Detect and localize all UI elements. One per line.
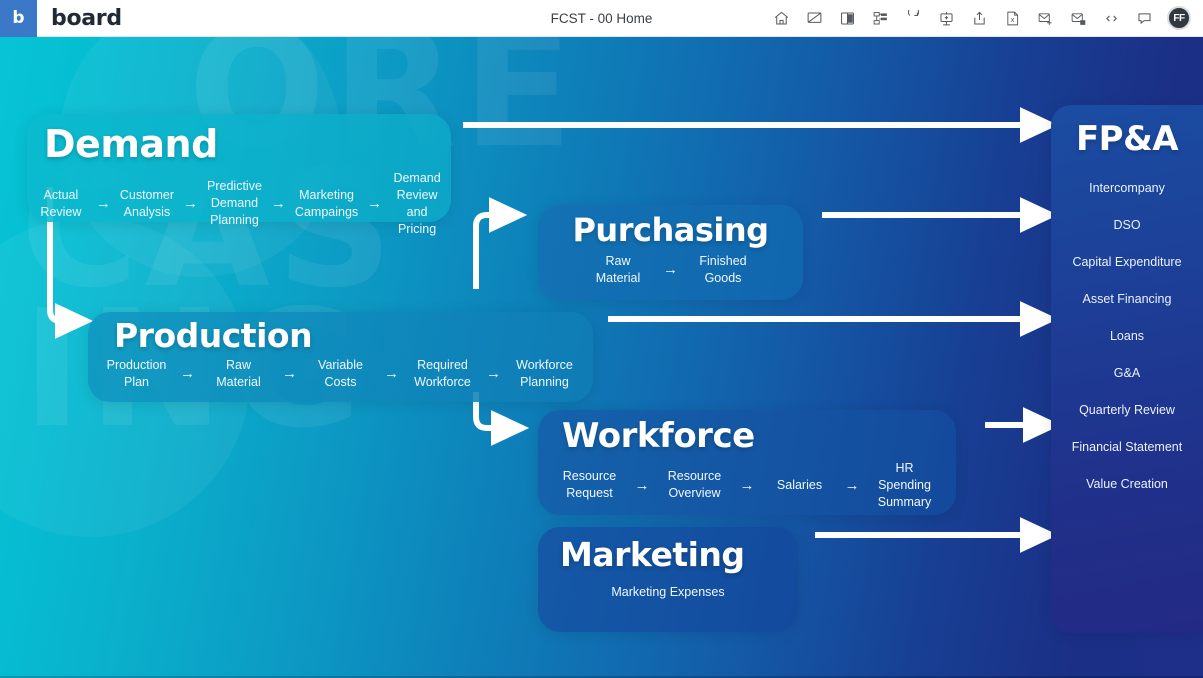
step-arrow-icon: →: [183, 195, 199, 213]
mail-schedule-icon[interactable]: [1062, 0, 1095, 37]
step-resource-request[interactable]: Resource Request: [554, 468, 626, 502]
step-resource-overview[interactable]: Resource Overview: [659, 468, 731, 502]
step-marketing-expenses[interactable]: Marketing Expenses: [611, 584, 724, 601]
card-purchasing-title: Purchasing: [572, 211, 769, 249]
card-production-title: Production: [114, 316, 313, 355]
mail-add-icon[interactable]: [1029, 0, 1062, 37]
card-production-steps: Production Plan → Raw Material → Variabl…: [88, 357, 593, 391]
step-required-workforce[interactable]: Required Workforce: [408, 357, 477, 391]
fpa-item-dso[interactable]: DSO: [1051, 206, 1203, 243]
layout-icon[interactable]: [864, 0, 897, 37]
undo-icon[interactable]: [897, 0, 930, 37]
fpa-item-g-and-a[interactable]: G&A: [1051, 354, 1203, 391]
step-arrow-icon: →: [95, 195, 111, 213]
step-actual-review[interactable]: Actual Review: [35, 187, 87, 221]
export-excel-icon[interactable]: x: [996, 0, 1029, 37]
toolbar-icon-group: x FF: [765, 0, 1203, 37]
fpa-item-asset-financing[interactable]: Asset Financing: [1051, 280, 1203, 317]
fpa-item-quarterly-review[interactable]: Quarterly Review: [1051, 391, 1203, 428]
step-workforce-planning[interactable]: Workforce Planning: [510, 357, 579, 391]
dashboard-canvas: ORE CAS ING Demand Actual Review →: [0, 37, 1203, 678]
fpa-item-loans[interactable]: Loans: [1051, 317, 1203, 354]
board-wordmark: board: [51, 5, 122, 31]
card-marketing[interactable]: Marketing Marketing Expenses: [538, 527, 798, 632]
card-demand-title: Demand: [44, 122, 218, 166]
share-icon[interactable]: [963, 0, 996, 37]
comment-icon[interactable]: [1128, 0, 1161, 37]
step-raw-material[interactable]: Raw Material: [582, 253, 654, 287]
step-arrow-icon: →: [384, 365, 399, 383]
step-arrow-icon: →: [634, 476, 650, 494]
board-logo-mark: b: [12, 7, 25, 28]
card-fpa-title: FP&A: [1075, 119, 1179, 159]
presentation-icon[interactable]: [831, 0, 864, 37]
step-arrow-icon: →: [180, 365, 195, 383]
step-variable-costs[interactable]: Variable Costs: [306, 357, 375, 391]
card-fpa[interactable]: FP&A Intercompany DSO Capital Expenditur…: [1051, 105, 1203, 633]
step-arrow-icon: →: [663, 261, 678, 279]
card-production[interactable]: Production Production Plan → Raw Materia…: [88, 312, 593, 402]
card-marketing-steps: Marketing Expenses: [538, 584, 798, 601]
card-demand-steps: Actual Review → Customer Analysis → Pred…: [27, 170, 451, 238]
card-workforce[interactable]: Workforce Resource Request → Resource Ov…: [538, 410, 956, 515]
fpa-item-capital-expenditure[interactable]: Capital Expenditure: [1051, 243, 1203, 280]
fpa-item-intercompany[interactable]: Intercompany: [1051, 169, 1203, 206]
home-icon[interactable]: [765, 0, 798, 37]
step-arrow-icon: →: [844, 476, 860, 494]
step-customer-analysis[interactable]: Customer Analysis: [120, 187, 174, 221]
step-arrow-icon: →: [486, 365, 501, 383]
step-finished-goods[interactable]: Finished Goods: [687, 253, 759, 287]
card-workforce-steps: Resource Request → Resource Overview → S…: [538, 460, 956, 511]
card-marketing-title: Marketing: [560, 535, 745, 574]
step-demand-review-and-pricing[interactable]: Demand Review and Pricing: [391, 170, 443, 238]
card-purchasing-steps: Raw Material → Finished Goods: [538, 253, 803, 287]
card-demand[interactable]: Demand Actual Review → Customer Analysis…: [27, 114, 451, 236]
fpa-item-value-creation[interactable]: Value Creation: [1051, 465, 1203, 502]
card-purchasing[interactable]: Purchasing Raw Material → Finished Goods: [538, 205, 803, 300]
step-salaries[interactable]: Salaries: [764, 477, 836, 494]
step-predictive-demand-planning[interactable]: Predictive Demand Planning: [207, 178, 262, 229]
application-toolbar: b board FCST - 00 Home x FF: [0, 0, 1203, 37]
step-arrow-icon: →: [282, 365, 297, 383]
board-logo-button[interactable]: b: [0, 0, 37, 37]
code-icon[interactable]: [1095, 0, 1128, 37]
step-raw-material[interactable]: Raw Material: [204, 357, 273, 391]
step-hr-spending-summary[interactable]: HR Spending Summary: [869, 460, 941, 511]
svg-text:x: x: [1010, 15, 1014, 23]
step-arrow-icon: →: [367, 195, 383, 213]
step-production-plan[interactable]: Production Plan: [102, 357, 171, 391]
user-avatar[interactable]: FF: [1167, 6, 1191, 30]
insert-object-icon[interactable]: [930, 0, 963, 37]
screen-off-icon[interactable]: [798, 0, 831, 37]
step-arrow-icon: →: [270, 195, 286, 213]
card-workforce-title: Workforce: [562, 416, 755, 456]
step-marketing-campaigns[interactable]: Marketing Campaings: [295, 187, 358, 221]
fpa-item-financial-statement[interactable]: Financial Statement: [1051, 428, 1203, 465]
connector-to-purchasing: [473, 197, 528, 289]
step-arrow-icon: →: [739, 476, 755, 494]
